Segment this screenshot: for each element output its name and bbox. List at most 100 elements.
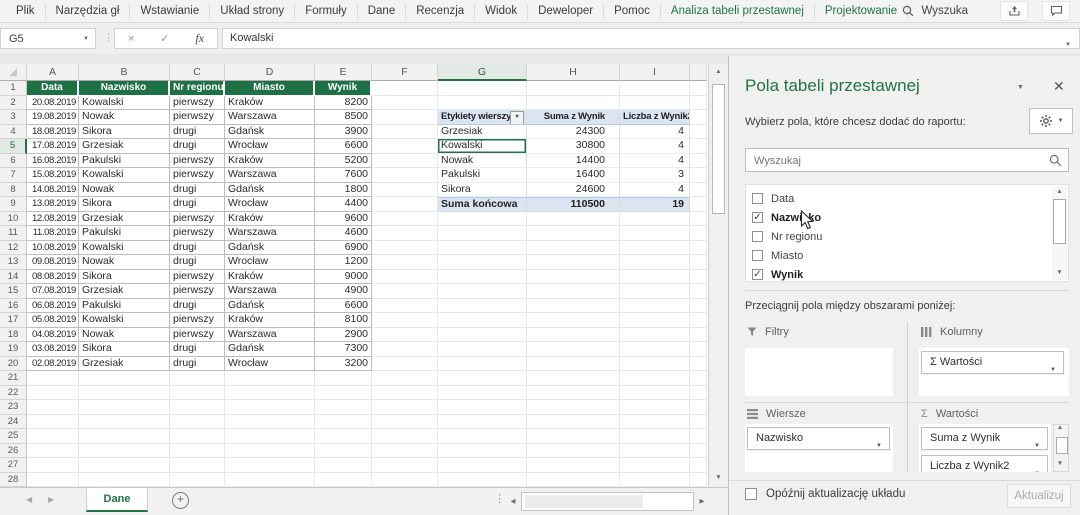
grid-cell-C2[interactable]: pierwszy xyxy=(170,96,225,111)
grid-cell-E6[interactable]: 5200 xyxy=(315,154,372,169)
grid-cell-F11[interactable] xyxy=(372,226,438,241)
grid-cell-partial-1[interactable] xyxy=(690,81,707,96)
grid-cell-E3[interactable]: 8500 xyxy=(315,110,372,125)
grid-cell-B7[interactable]: Kowalski xyxy=(79,168,170,183)
grid-cell-E9[interactable]: 4400 xyxy=(315,197,372,212)
chevron-down-icon[interactable]: ▼ xyxy=(876,436,882,457)
grid-cell-partial-4[interactable] xyxy=(690,125,707,140)
row-header-24[interactable]: 24 xyxy=(0,415,27,430)
grid-cell-C26[interactable] xyxy=(170,444,225,459)
grid-cell-H12[interactable] xyxy=(527,241,620,256)
grid-cell-B20[interactable]: Grzesiak xyxy=(79,357,170,372)
share-button[interactable] xyxy=(1000,1,1028,21)
grid-cell-G20[interactable] xyxy=(438,357,527,372)
comments-button[interactable] xyxy=(1042,1,1070,21)
grid-cell-F23[interactable] xyxy=(372,400,438,415)
grid-cell-C19[interactable]: drugi xyxy=(170,342,225,357)
grid-cell-D8[interactable]: Gdańsk xyxy=(225,183,315,198)
pivot-cell-G9[interactable]: Suma końcowa xyxy=(438,197,527,212)
grid-cell-D16[interactable]: Gdańsk xyxy=(225,299,315,314)
grid-cell-G25[interactable] xyxy=(438,429,527,444)
grid-cell-I24[interactable] xyxy=(620,415,690,430)
checkbox[interactable] xyxy=(752,231,763,242)
grid-cell-partial-3[interactable] xyxy=(690,110,707,125)
column-header-A[interactable]: A xyxy=(27,64,79,81)
grid-cell-partial-12[interactable] xyxy=(690,241,707,256)
grid-cell-B5[interactable]: Grzesiak xyxy=(79,139,170,154)
chevron-down-icon[interactable]: ▼ xyxy=(83,29,89,50)
grid-cell-partial-18[interactable] xyxy=(690,328,707,343)
grid-cell-G13[interactable] xyxy=(438,255,527,270)
filters-dropzone[interactable] xyxy=(745,348,893,396)
row-header-15[interactable]: 15 xyxy=(0,284,27,299)
grid-cell-I21[interactable] xyxy=(620,371,690,386)
ribbon-tab-wstawianie[interactable]: Wstawianie xyxy=(130,4,210,19)
grid-cell-B4[interactable]: Sikora xyxy=(79,125,170,140)
grid-cell-F21[interactable] xyxy=(372,371,438,386)
columns-dropzone[interactable]: Σ Wartości▼ xyxy=(919,348,1069,396)
values-dropzone[interactable]: Suma z Wynik▼Liczba z Wynik2▼ xyxy=(919,424,1051,472)
scroll-down-icon[interactable]: ▼ xyxy=(1053,457,1067,471)
grid-cell-D3[interactable]: Warszawa xyxy=(225,110,315,125)
area-pill-liczba-z-wynik2[interactable]: Liczba z Wynik2▼ xyxy=(921,455,1048,472)
grid-cell-B17[interactable]: Kowalski xyxy=(79,313,170,328)
grid-cell-E13[interactable]: 1200 xyxy=(315,255,372,270)
grid-cell-F27[interactable] xyxy=(372,458,438,473)
grid-cell-D2[interactable]: Kraków xyxy=(225,96,315,111)
row-header-27[interactable]: 27 xyxy=(0,458,27,473)
grid-cell-B26[interactable] xyxy=(79,444,170,459)
grid-cell-G10[interactable] xyxy=(438,212,527,227)
grid-cell-D4[interactable]: Gdańsk xyxy=(225,125,315,140)
field-search-box[interactable] xyxy=(745,148,1069,172)
grid-cell-F5[interactable] xyxy=(372,139,438,154)
insert-function-icon[interactable]: fx xyxy=(195,31,204,46)
checkbox[interactable]: ✓ xyxy=(752,212,763,223)
grid-cell-C18[interactable]: pierwszy xyxy=(170,328,225,343)
field-item-nazwisko[interactable]: ✓Nazwisko xyxy=(752,208,821,227)
grid-cell-D7[interactable]: Warszawa xyxy=(225,168,315,183)
pivot-cell-G7[interactable]: Pakulski xyxy=(438,168,527,183)
grid-cell-C8[interactable]: drugi xyxy=(170,183,225,198)
grid-cell-C27[interactable] xyxy=(170,458,225,473)
grid-cell-E16[interactable]: 6600 xyxy=(315,299,372,314)
grid-cell-E14[interactable]: 9000 xyxy=(315,270,372,285)
ribbon-search[interactable]: Wyszuka xyxy=(902,5,968,17)
select-all-corner[interactable]: ◢ xyxy=(0,64,27,81)
grid-cell-partial-6[interactable] xyxy=(690,154,707,169)
grid-cell-E5[interactable]: 6600 xyxy=(315,139,372,154)
grid-cell-B16[interactable]: Pakulski xyxy=(79,299,170,314)
grid-cell-I23[interactable] xyxy=(620,400,690,415)
grid-cell-A17[interactable]: 05.08.2019 xyxy=(27,313,79,328)
grid-cell-I11[interactable] xyxy=(620,226,690,241)
grid-cell-H28[interactable] xyxy=(527,473,620,488)
grid-cell-C13[interactable]: drugi xyxy=(170,255,225,270)
update-button[interactable]: Aktualizuj xyxy=(1007,484,1071,508)
grid-cell-C4[interactable]: drugi xyxy=(170,125,225,140)
grid-cell-G14[interactable] xyxy=(438,270,527,285)
grid-cell-G28[interactable] xyxy=(438,473,527,488)
pivot-cell-I8[interactable]: 4 xyxy=(620,183,690,198)
grid-cell-G24[interactable] xyxy=(438,415,527,430)
grid-cell-G1[interactable] xyxy=(438,81,527,96)
grid-cell-C10[interactable]: pierwszy xyxy=(170,212,225,227)
column-header-I[interactable]: I xyxy=(620,64,690,81)
grid-cell-I1[interactable] xyxy=(620,81,690,96)
grid-cell-G26[interactable] xyxy=(438,444,527,459)
row-header-26[interactable]: 26 xyxy=(0,444,27,459)
grid-cell-C6[interactable]: pierwszy xyxy=(170,154,225,169)
grid-cell-H16[interactable] xyxy=(527,299,620,314)
pivot-cell-H4[interactable]: 24300 xyxy=(527,125,620,140)
grid-cell-A24[interactable] xyxy=(27,415,79,430)
grid-cell-H27[interactable] xyxy=(527,458,620,473)
field-item-wynik[interactable]: ✓Wynik xyxy=(752,265,803,284)
pivot-cell-I7[interactable]: 3 xyxy=(620,168,690,183)
grid-cell-G19[interactable] xyxy=(438,342,527,357)
grid-cell-F18[interactable] xyxy=(372,328,438,343)
grid-cell-C22[interactable] xyxy=(170,386,225,401)
pivot-cell-H7[interactable]: 16400 xyxy=(527,168,620,183)
grid-cell-D28[interactable] xyxy=(225,473,315,488)
grid-cell-partial-15[interactable] xyxy=(690,284,707,299)
chevron-down-icon[interactable]: ▼ xyxy=(1034,464,1040,472)
grid-cell-D10[interactable]: Kraków xyxy=(225,212,315,227)
grid-cell-E27[interactable] xyxy=(315,458,372,473)
